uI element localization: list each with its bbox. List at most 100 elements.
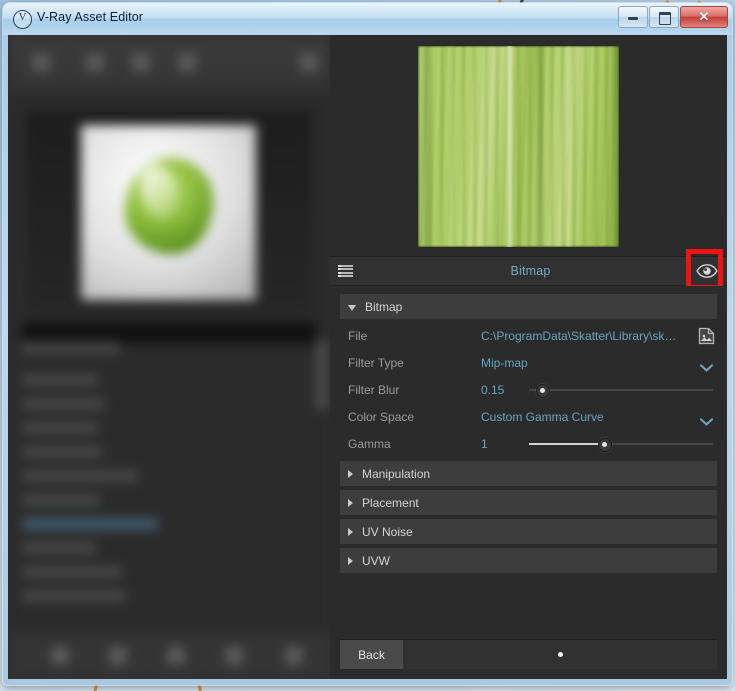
group-header-manipulation[interactable]: Manipulation bbox=[340, 461, 717, 486]
property-label: Color Space bbox=[348, 409, 415, 424]
texture-detail bbox=[422, 46, 432, 247]
window-title: V-Ray Asset Editor bbox=[37, 10, 144, 24]
page-indicator-dot[interactable] bbox=[557, 652, 563, 657]
texture-detail bbox=[610, 46, 619, 247]
list-item[interactable] bbox=[22, 342, 120, 354]
bottom-toolbar-icon[interactable] bbox=[108, 646, 128, 666]
property-label: Gamma bbox=[348, 436, 391, 451]
panel-header: Bitmap bbox=[330, 249, 727, 290]
material-preview bbox=[26, 110, 312, 315]
slider-knob[interactable] bbox=[598, 437, 613, 452]
list-item[interactable] bbox=[22, 446, 102, 458]
property-row-filter-blur: Filter Blur 0.15 bbox=[340, 376, 717, 403]
file-path-value[interactable]: C:\ProgramData\Skatter\Library\ska... bbox=[481, 329, 679, 343]
list-item[interactable] bbox=[22, 398, 104, 410]
back-button[interactable]: Back bbox=[340, 640, 403, 669]
title-bar[interactable]: V-Ray Asset Editor ✕ bbox=[3, 3, 732, 35]
list-item[interactable] bbox=[22, 566, 122, 578]
filter-blur-slider[interactable] bbox=[529, 382, 713, 398]
texture-detail bbox=[450, 46, 455, 247]
maximize-icon bbox=[659, 12, 671, 25]
property-row-color-space: Color Space Custom Gamma Curve bbox=[340, 403, 717, 430]
chevron-right-icon bbox=[348, 469, 353, 478]
property-row-file: File C:\ProgramData\Skatter\Library\ska.… bbox=[340, 322, 717, 349]
close-icon: ✕ bbox=[698, 9, 710, 24]
scrollbar-thumb[interactable] bbox=[317, 340, 326, 410]
asset-bottom-toolbar[interactable] bbox=[8, 633, 330, 679]
slider-fill bbox=[529, 442, 605, 445]
list-item[interactable] bbox=[22, 470, 138, 482]
asset-list-body[interactable] bbox=[8, 90, 330, 679]
asset-list-panel[interactable] bbox=[8, 35, 330, 679]
property-row-filter-type: Filter Type Mip-map bbox=[340, 349, 717, 376]
close-button[interactable]: ✕ bbox=[680, 6, 728, 28]
gamma-slider[interactable] bbox=[529, 436, 713, 452]
toolbar-icon[interactable] bbox=[30, 52, 52, 74]
screenshot-root: V-Ray Asset Editor ✕ bbox=[0, 0, 735, 691]
slider-knob[interactable] bbox=[535, 383, 550, 398]
toolbar-icon[interactable] bbox=[298, 52, 320, 74]
eye-icon bbox=[696, 264, 718, 278]
minimize-button[interactable] bbox=[618, 6, 648, 28]
minimize-icon bbox=[628, 17, 638, 20]
list-menu-glyph bbox=[337, 265, 353, 277]
property-label: File bbox=[348, 328, 368, 343]
filter-type-value[interactable]: Mip-map bbox=[481, 356, 528, 370]
group-label: Placement bbox=[362, 495, 419, 510]
chevron-down-icon bbox=[348, 304, 356, 311]
group-header-bitmap[interactable]: Bitmap bbox=[340, 294, 717, 319]
group-label: UVW bbox=[362, 553, 390, 568]
group-header-uv-noise[interactable]: UV Noise bbox=[340, 519, 717, 544]
toolbar-icon[interactable] bbox=[84, 52, 106, 74]
page-indicator-area bbox=[403, 640, 717, 669]
property-label: Filter Blur bbox=[348, 382, 400, 397]
bitmap-properties-panel: Bitmap Bitmap File C:\ProgramData\Skatte… bbox=[330, 35, 727, 679]
bottom-toolbar-icon[interactable] bbox=[224, 646, 244, 666]
list-item[interactable] bbox=[22, 374, 98, 386]
list-item[interactable] bbox=[22, 494, 100, 506]
texture-detail bbox=[534, 46, 545, 247]
chevron-right-icon bbox=[348, 498, 353, 507]
bottom-toolbar-icon[interactable] bbox=[284, 646, 304, 666]
toolbar-icon[interactable] bbox=[130, 52, 152, 74]
list-item[interactable] bbox=[22, 590, 126, 602]
gamma-value[interactable]: 1 bbox=[481, 437, 529, 451]
color-space-value[interactable]: Custom Gamma Curve bbox=[481, 410, 604, 424]
group-header-uvw[interactable]: UVW bbox=[340, 548, 717, 573]
slider-track bbox=[529, 388, 713, 391]
preview-leaf-shape bbox=[124, 158, 213, 254]
chevron-right-icon bbox=[348, 527, 353, 536]
group-label: UV Noise bbox=[362, 524, 413, 539]
group-label: Manipulation bbox=[362, 466, 431, 481]
window-client-area: Bitmap Bitmap File C:\ProgramData\Skatte… bbox=[8, 35, 727, 679]
texture-image bbox=[418, 46, 619, 247]
eye-toggle-button[interactable] bbox=[687, 257, 727, 285]
leaf-texture-preview[interactable] bbox=[418, 46, 619, 247]
list-item[interactable] bbox=[22, 422, 98, 434]
bottom-toolbar-icon[interactable] bbox=[50, 646, 70, 666]
list-item-selected[interactable] bbox=[22, 518, 158, 530]
property-row-gamma: Gamma 1 bbox=[340, 430, 717, 457]
bottom-toolbar-icon[interactable] bbox=[166, 646, 186, 666]
texture-preview-area bbox=[330, 35, 727, 256]
filter-blur-value[interactable]: 0.15 bbox=[481, 383, 529, 397]
vray-logo-icon bbox=[13, 9, 32, 29]
toolbar-icon[interactable] bbox=[176, 52, 198, 74]
asset-list-rows[interactable] bbox=[8, 338, 330, 633]
image-file-icon[interactable] bbox=[698, 327, 715, 345]
texture-detail bbox=[566, 46, 571, 247]
vray-asset-editor-window: V-Ray Asset Editor ✕ bbox=[3, 3, 732, 685]
list-item[interactable] bbox=[22, 542, 96, 554]
group-header-placement[interactable]: Placement bbox=[340, 490, 717, 515]
asset-toolbar[interactable] bbox=[8, 35, 330, 90]
panel-footer: Back bbox=[340, 639, 717, 669]
panel-title: Bitmap bbox=[510, 264, 551, 278]
chevron-down-icon[interactable] bbox=[699, 413, 714, 426]
chevron-right-icon bbox=[348, 556, 353, 565]
texture-detail bbox=[506, 46, 514, 247]
window-controls: ✕ bbox=[618, 6, 728, 28]
chevron-down-icon[interactable] bbox=[699, 359, 714, 372]
property-label: Filter Type bbox=[348, 355, 404, 370]
list-menu-icon[interactable] bbox=[330, 257, 360, 285]
maximize-button[interactable] bbox=[649, 6, 679, 28]
